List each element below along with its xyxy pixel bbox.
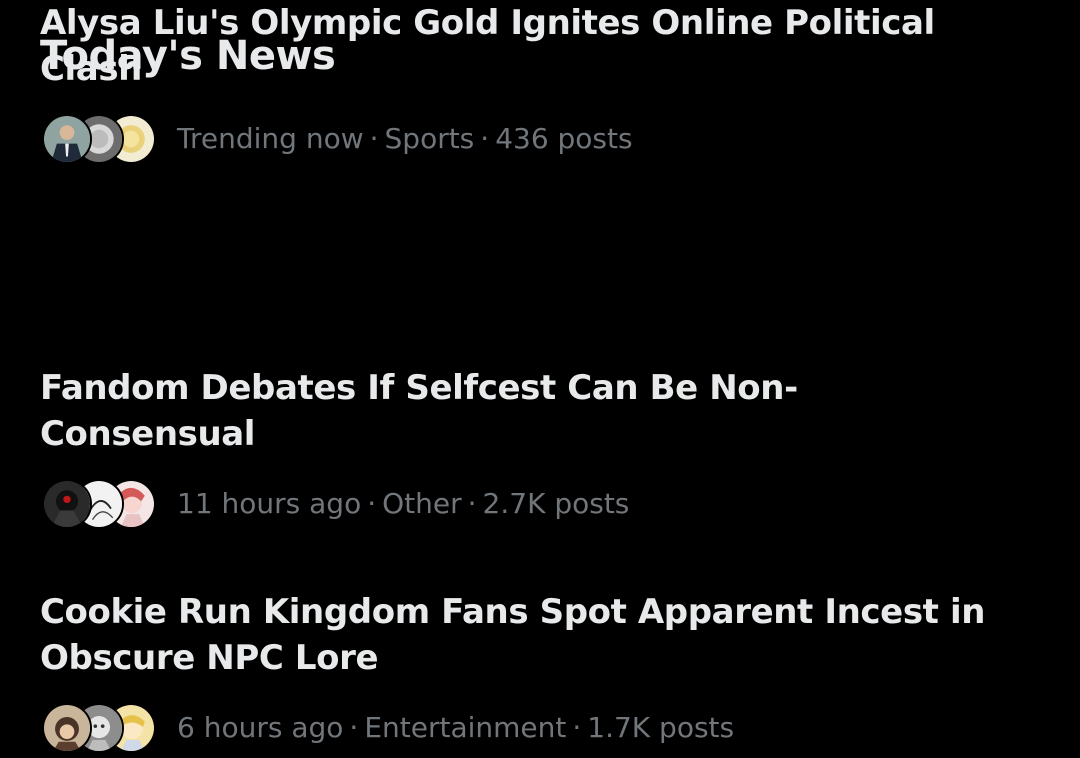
news-meta-row: Trending now · Sports · 436 posts [40, 114, 1040, 166]
news-post-count: 1.7K posts [587, 711, 735, 744]
news-time: Trending now [177, 122, 364, 155]
meta-separator: · [349, 711, 359, 744]
meta-separator: · [572, 711, 582, 744]
news-post-count: 436 posts [495, 122, 633, 155]
suit-person-avatar [42, 114, 92, 164]
news-meta: 6 hours ago · Entertainment · 1.7K posts [177, 711, 734, 745]
brown-character-avatar [42, 703, 92, 753]
avatar-stack [42, 703, 158, 755]
meta-separator: · [480, 122, 490, 155]
news-headline[interactable]: Cookie Run Kingdom Fans Spot Apparent In… [40, 589, 1030, 681]
meta-separator: · [467, 487, 477, 520]
news-headline-line: Fandom Debates If Selfcest Can Be Non- [40, 368, 798, 408]
news-time: 11 hours ago [177, 487, 362, 520]
news-headline[interactable]: Fandom Debates If Selfcest Can Be Non- Co… [40, 365, 1030, 457]
avatar-stack [42, 479, 158, 531]
news-meta: 11 hours ago · Other · 2.7K posts [177, 487, 629, 521]
news-headline-line: Consensual [40, 414, 256, 454]
todays-news-module: Today's News Fandom Debates If Selfcest … [40, 0, 1050, 758]
news-item[interactable]: Fandom Debates If Selfcest Can Be Non- Co… [40, 365, 1040, 531]
news-meta: Trending now · Sports · 436 posts [177, 122, 633, 156]
news-time: 6 hours ago [177, 711, 344, 744]
news-category: Sports [384, 122, 475, 155]
news-headline-line: Obscure NPC Lore [40, 638, 379, 678]
meta-separator: · [367, 487, 377, 520]
news-headline[interactable]: Alysa Liu's Olympic Gold Ignites Online … [40, 0, 1030, 92]
news-post-count: 2.7K posts [482, 487, 630, 520]
dark-red-art-avatar [42, 479, 92, 529]
news-item[interactable]: Cookie Run Kingdom Fans Spot Apparent In… [40, 589, 1040, 755]
avatar-stack [42, 114, 158, 166]
news-meta-row: 11 hours ago · Other · 2.7K posts [40, 479, 1040, 531]
meta-separator: · [369, 122, 379, 155]
news-category: Other [382, 487, 462, 520]
news-headline-line: Clash [40, 49, 142, 89]
news-meta-row: 6 hours ago · Entertainment · 1.7K posts [40, 703, 1040, 755]
news-item[interactable]: Alysa Liu's Olympic Gold Ignites Online … [40, 0, 1040, 166]
news-category: Entertainment [364, 711, 567, 744]
news-headline-line: Alysa Liu's Olympic Gold Ignites Online … [40, 3, 935, 43]
news-headline-line: Cookie Run Kingdom Fans Spot Apparent In… [40, 592, 986, 632]
